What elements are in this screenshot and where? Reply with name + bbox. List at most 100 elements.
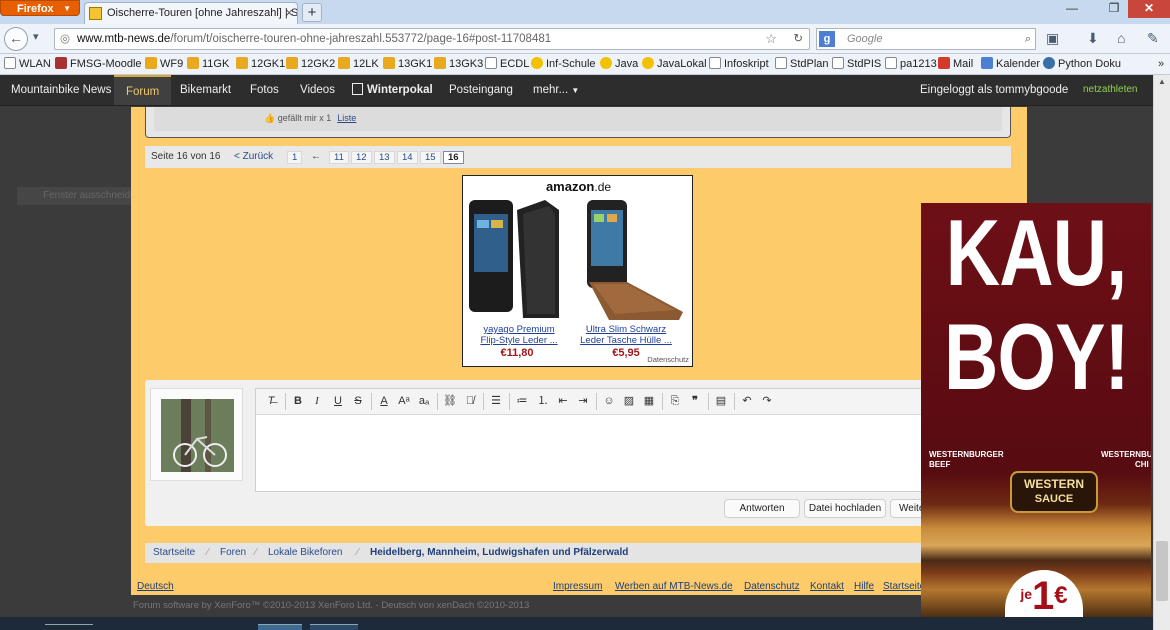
bookmarks-menu-icon[interactable]: ▣ — [1046, 30, 1059, 47]
code-icon[interactable]: ⎘ — [666, 392, 684, 410]
unlink-icon[interactable]: ⛓̸ — [461, 392, 479, 410]
page-back-link[interactable]: < Zurück — [234, 146, 273, 168]
smiley-icon[interactable]: ☺ — [600, 392, 618, 410]
footer-datenschutz[interactable]: Datenschutz — [744, 578, 800, 596]
outdent-icon[interactable]: ⇤ — [554, 392, 572, 410]
tools-icon[interactable]: ✎ — [1147, 30, 1159, 47]
nav-mountainbike-news[interactable]: Mountainbike News — [11, 75, 111, 105]
nav-videos[interactable]: Videos — [300, 75, 335, 105]
history-dropdown-icon[interactable]: ▾ — [33, 30, 39, 43]
quote-icon[interactable]: ❞ — [686, 392, 704, 410]
footer-language[interactable]: Deutsch — [137, 578, 174, 596]
minimize-icon[interactable]: — — [1058, 0, 1086, 18]
bookmark-javalokal[interactable]: JavaLokal — [642, 54, 707, 74]
taskbar-item[interactable] — [45, 624, 93, 630]
page-link-15[interactable]: 15 — [420, 151, 441, 164]
footer-impressum[interactable]: Impressum — [553, 578, 602, 596]
media-icon[interactable]: ▦ — [640, 392, 658, 410]
footer-kontakt[interactable]: Kontakt — [810, 578, 844, 596]
image-icon[interactable]: ▨ — [620, 392, 638, 410]
home-icon[interactable]: ⌂ — [1117, 30, 1125, 46]
product-1-price[interactable]: €11,80 — [467, 347, 567, 359]
numbered-list-icon[interactable]: ⒈ — [534, 392, 552, 410]
logged-in-status[interactable]: Eingeloggt als tommybgoode — [920, 75, 1068, 105]
more-options-button[interactable]: Weite — [890, 499, 924, 518]
url-bar[interactable]: ◎ www.mtb-news.de/forum/t/oischerre-tour… — [54, 28, 810, 50]
bullet-list-icon[interactable]: ≔ — [513, 392, 531, 410]
taskbar-item[interactable] — [258, 624, 302, 630]
nav-winterpokal[interactable]: Winterpokal — [352, 75, 433, 105]
download-icon[interactable]: ⬇ — [1087, 30, 1099, 47]
footer-werben[interactable]: Werben auf MTB-News.de — [615, 578, 733, 596]
align-icon[interactable]: ☰ — [487, 392, 505, 410]
new-tab-button[interactable]: + — [302, 3, 322, 22]
burger-ad[interactable]: KAU,BOY! WESTERNBURGERBEEF WESTERNBURCHI… — [921, 203, 1151, 622]
product-image-1[interactable] — [467, 200, 575, 320]
page-link-13[interactable]: 13 — [374, 151, 395, 164]
bookmark-python-doku[interactable]: Python Doku — [1043, 54, 1121, 74]
reply-button[interactable]: Antworten — [724, 499, 800, 518]
search-icon[interactable]: ⌕ — [1025, 29, 1031, 49]
page-jump-icon[interactable]: ← — [311, 146, 321, 168]
nav-bikemarkt[interactable]: Bikemarkt — [180, 75, 231, 105]
indent-icon[interactable]: ⇥ — [574, 392, 592, 410]
message-textarea[interactable] — [256, 415, 924, 491]
ad-privacy-link[interactable]: Datenschutz — [647, 355, 689, 364]
footer-hilfe[interactable]: Hilfe — [854, 578, 874, 596]
bookmark-stdplan[interactable]: StdPlan — [775, 54, 829, 74]
breadcrumb-foren[interactable]: Foren — [220, 543, 246, 563]
redo-icon[interactable]: ↷ — [758, 392, 776, 410]
product-1-title[interactable]: yayago Premium Flip-Style Leder ... — [469, 324, 569, 346]
save-draft-icon[interactable]: ▤ — [712, 392, 730, 410]
maximize-icon[interactable]: ❐ — [1100, 0, 1128, 18]
nav-forum[interactable]: Forum — [114, 75, 172, 105]
page-link-1[interactable]: 1 — [287, 151, 303, 164]
page-link-11[interactable]: 11 — [329, 151, 349, 164]
product-2-title[interactable]: Ultra Slim Schwarz Leder Tasche Hülle ... — [576, 324, 676, 346]
font-size-icon[interactable]: Aᵃ — [395, 392, 413, 410]
scrollbar-thumb[interactable] — [1156, 541, 1168, 601]
bookmark-kalender[interactable]: Kalender — [981, 54, 1040, 74]
nav-mehr[interactable]: mehr... ▼ — [533, 75, 579, 105]
bookmark-12gk2[interactable]: 12GK2 — [286, 54, 335, 74]
google-engine-icon[interactable]: g — [819, 31, 835, 47]
bookmark-13gk1[interactable]: 13GK1 — [383, 54, 432, 74]
bookmark-java[interactable]: Java — [600, 54, 638, 74]
bookmark-12lk[interactable]: 12LK — [338, 54, 379, 74]
vertical-scrollbar[interactable]: ▲ — [1153, 75, 1170, 630]
bookmark-13gk3[interactable]: 13GK3 — [434, 54, 483, 74]
remove-format-icon[interactable]: T̶ — [262, 392, 280, 410]
upload-file-button[interactable]: Datei hochladen — [804, 499, 886, 518]
bookmark-inf-schule[interactable]: Inf-Schule — [531, 54, 596, 74]
avatar[interactable] — [161, 399, 234, 472]
bookmark-11gk[interactable]: 11GK — [187, 54, 229, 74]
link-icon[interactable]: ⛓ — [441, 392, 459, 410]
product-image-2[interactable] — [579, 200, 689, 320]
bookmark-infoskript[interactable]: Infoskript — [709, 54, 769, 74]
text-color-icon[interactable]: A — [375, 392, 393, 410]
bookmark-stdpis[interactable]: StdPIS — [832, 54, 881, 74]
browser-tab[interactable]: Oischerre-Touren [ohne Jahreszahl] | Sei… — [84, 2, 298, 24]
strikethrough-icon[interactable]: S — [349, 392, 367, 410]
bookmark-wlan[interactable]: WLAN — [4, 54, 51, 74]
reload-icon[interactable]: ↻ — [793, 29, 803, 49]
search-input[interactable]: g Google ⌕ — [816, 28, 1036, 50]
breadcrumb-lokale-bikeforen[interactable]: Lokale Bikeforen — [268, 543, 343, 563]
breadcrumb-current-forum[interactable]: Heidelberg, Mannheim, Ludwigshafen und P… — [370, 543, 628, 563]
bookmark-wf9[interactable]: WF9 — [145, 54, 183, 74]
scroll-up-icon[interactable]: ▲ — [1158, 77, 1166, 86]
nav-posteingang[interactable]: Posteingang — [449, 75, 513, 105]
firefox-menu-button[interactable]: Firefox ▼ — [0, 0, 80, 16]
back-arrow-icon[interactable]: ← — [4, 27, 28, 51]
bold-icon[interactable]: B — [289, 392, 307, 410]
page-link-12[interactable]: 12 — [351, 151, 372, 164]
taskbar-item[interactable] — [310, 624, 358, 630]
close-window-icon[interactable]: ✕ — [1128, 0, 1170, 18]
undo-icon[interactable]: ↶ — [738, 392, 756, 410]
bookmark-12gk1[interactable]: 12GK1 — [236, 54, 285, 74]
italic-icon[interactable]: I — [308, 392, 326, 410]
bookmark-mail[interactable]: Mail — [938, 54, 973, 74]
footer-startseite[interactable]: Startseite — [883, 578, 925, 596]
page-link-14[interactable]: 14 — [397, 151, 418, 164]
amazon-ad[interactable]: amazon.de yayago Premium Flip-Style Leder… — [462, 175, 693, 367]
